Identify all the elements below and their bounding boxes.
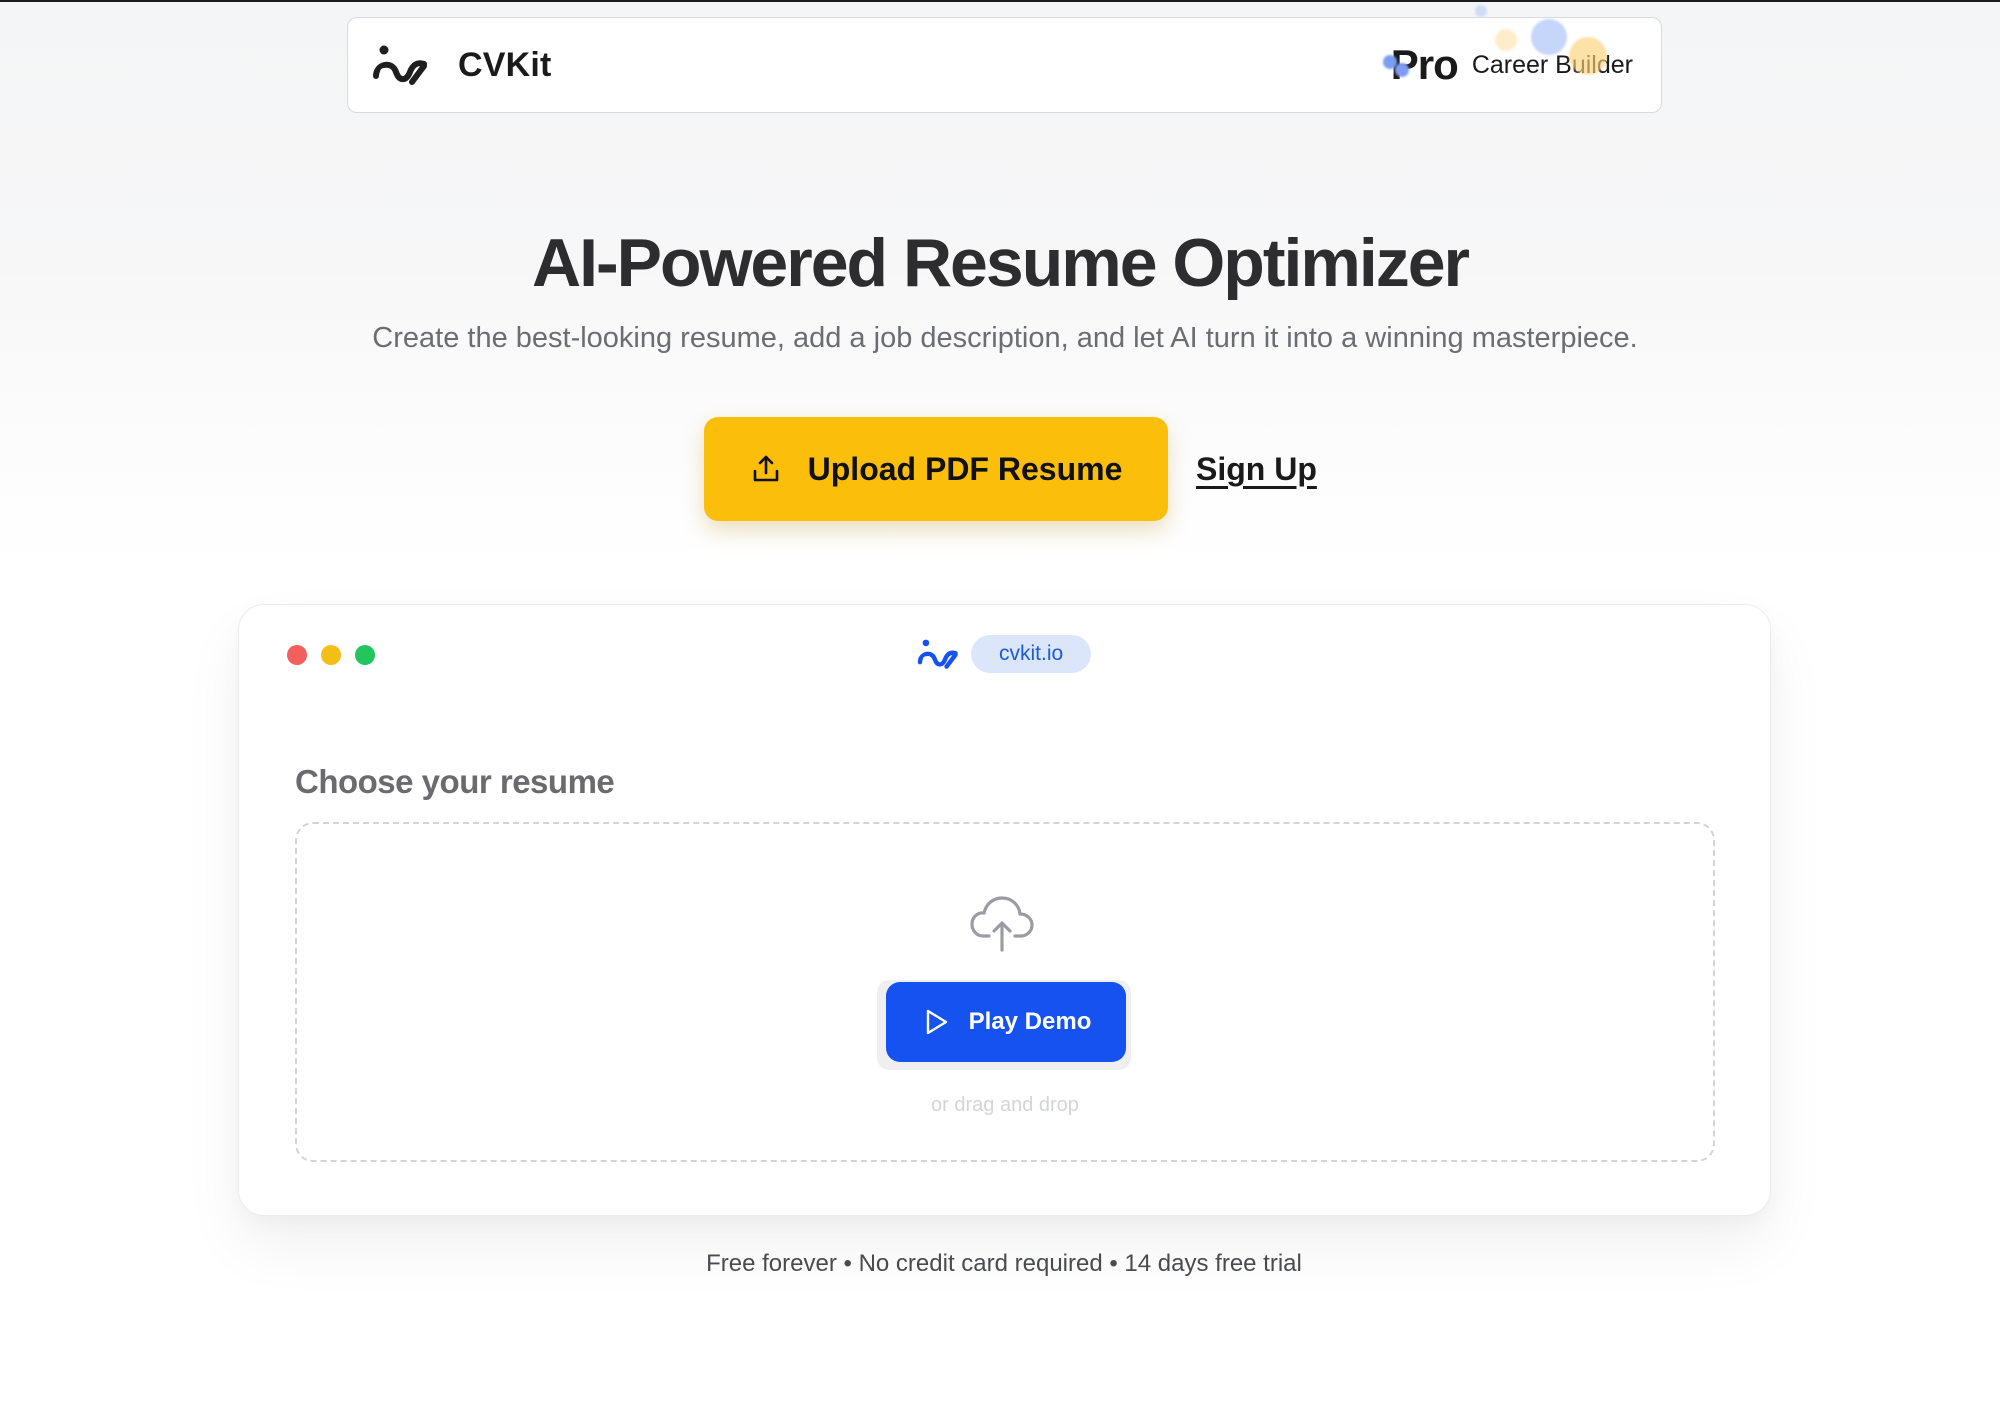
upload-icon bbox=[753, 455, 778, 482]
decor-blob bbox=[1494, 29, 1517, 51]
top-navbar: CVKit Pro Career Builder bbox=[347, 5, 1662, 113]
window-controls bbox=[287, 645, 375, 665]
choose-resume-heading: Choose your resume bbox=[295, 763, 615, 800]
page: CVKit Pro Career Builder AI-Powered Resu… bbox=[0, 0, 2000, 1407]
upload-button-label: Upload PDF Resume bbox=[807, 450, 1123, 487]
play-icon bbox=[926, 1009, 947, 1035]
url-pill[interactable]: cvkit.io bbox=[971, 635, 1092, 673]
minimize-window-dot[interactable] bbox=[321, 645, 341, 665]
close-window-dot[interactable] bbox=[287, 645, 307, 665]
decor-blob bbox=[1474, 5, 1487, 17]
resume-dropzone[interactable]: Play Demo or drag and drop bbox=[295, 822, 1715, 1162]
career-builder-label: Career Builder bbox=[1471, 50, 1633, 79]
maximize-window-dot[interactable] bbox=[355, 645, 375, 665]
play-demo-label: Play Demo bbox=[968, 1008, 1092, 1035]
cta-row: Upload PDF Resume Sign Up bbox=[704, 417, 1317, 521]
address-bar: cvkit.io bbox=[915, 635, 1092, 673]
footer-note: Free forever • No credit card required •… bbox=[706, 1250, 1302, 1277]
sign-up-link[interactable]: Sign Up bbox=[1196, 451, 1317, 488]
play-demo-button[interactable]: Play Demo bbox=[886, 982, 1126, 1062]
pro-label: Pro bbox=[1390, 41, 1459, 88]
upload-pdf-resume-button[interactable]: Upload PDF Resume bbox=[704, 417, 1168, 521]
hero-title: AI-Powered Resume Optimizer bbox=[531, 225, 1470, 301]
cvkit-logo-icon bbox=[917, 639, 958, 669]
drag-and-drop-hint: or drag and drop bbox=[931, 1094, 1079, 1116]
cloud-upload-icon bbox=[970, 896, 1034, 952]
pro-career-builder-link[interactable]: Pro Career Builder bbox=[1382, 5, 1633, 89]
hero-subtitle: Create the best-looking resume, add a jo… bbox=[372, 322, 1638, 354]
brand-name: CVKit bbox=[458, 45, 552, 84]
app-preview-window: cvkit.io Choose your resume Play Demo or… bbox=[238, 604, 1771, 1216]
brand[interactable]: CVKit bbox=[370, 42, 552, 88]
cvkit-logo-icon bbox=[373, 45, 427, 85]
